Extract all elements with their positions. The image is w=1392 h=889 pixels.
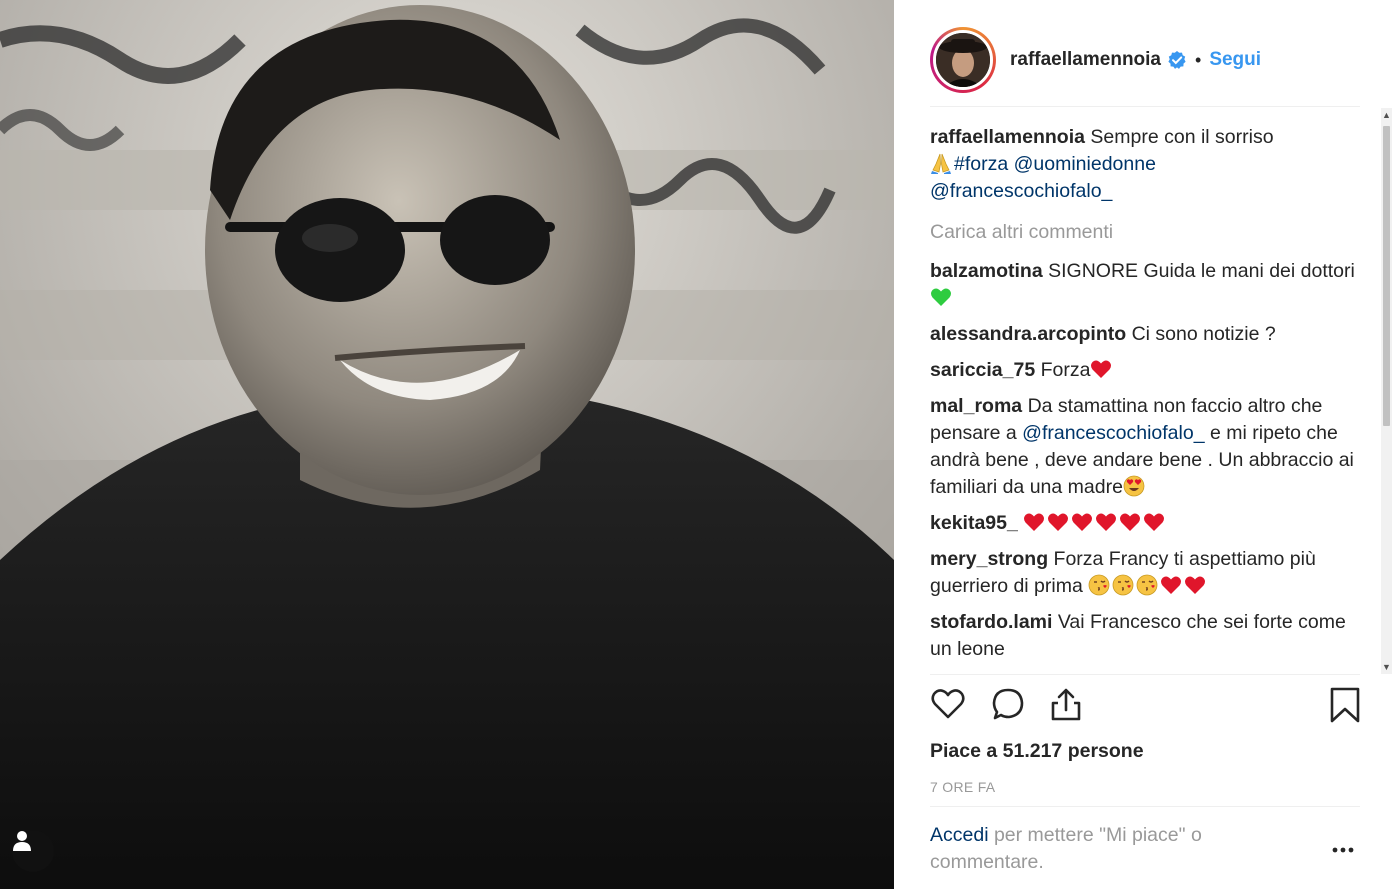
post-photo (0, 0, 894, 889)
hearts-row (1023, 512, 1167, 534)
caption-text: Sempre con il sorriso (1090, 126, 1274, 148)
kiss-emoji-icon (1136, 574, 1158, 596)
pray-emoji-icon (931, 153, 951, 174)
comment-item: mal_roma Da stamattina non faccio altro … (930, 393, 1362, 501)
caption-mention-uominiedonne[interactable]: @uominiedonne (1014, 153, 1156, 175)
comment-item: mery_strong Forza Francy ti aspettiamo p… (930, 546, 1362, 600)
share-icon[interactable] (1048, 686, 1084, 722)
header-separator: • (1195, 49, 1202, 70)
post-side-panel: raffaellamennoia • Segui raffaellamennoi… (894, 0, 1392, 889)
comment-username[interactable]: alessandra.arcopinto (930, 323, 1126, 345)
comment-item: kekita95_ (930, 510, 1362, 537)
like-heart-icon[interactable] (930, 686, 966, 722)
comment-username[interactable]: mery_strong (930, 548, 1048, 570)
scroll-up-arrow-icon[interactable]: ▲ (1382, 110, 1391, 120)
red-heart-emoji-icon (1048, 513, 1069, 531)
header-username[interactable]: raffaellamennoia (1010, 49, 1161, 71)
comment-item: stofardo.lami Vai Francesco che sei fort… (930, 609, 1362, 663)
red-heart-emoji-icon (1072, 513, 1093, 531)
login-link[interactable]: Accedi (930, 824, 989, 846)
scroll-down-arrow-icon[interactable]: ▼ (1382, 662, 1391, 672)
avatar-image (933, 30, 993, 90)
footer-divider (930, 806, 1360, 807)
comment-text: Forza (1040, 359, 1091, 381)
person-icon (13, 831, 31, 851)
likes-count[interactable]: Piace a 51.217 persone (930, 740, 1144, 763)
comment-item: balzamotina SIGNORE Guida le mani dei do… (930, 258, 1362, 312)
red-heart-emoji-icon (1024, 513, 1045, 531)
green-heart-emoji-icon (931, 288, 951, 306)
comment-username[interactable]: mal_roma (930, 395, 1022, 417)
comment-username[interactable]: balzamotina (930, 260, 1043, 282)
comment-text: SIGNORE Guida le mani dei dottori (1048, 260, 1355, 282)
verified-badge-icon (1168, 51, 1186, 69)
load-more-comments-button[interactable]: Carica altri commenti (930, 219, 1362, 246)
caption-mention-francescochiofalo[interactable]: @francescochiofalo_ (930, 180, 1112, 202)
red-heart-emoji-icon (1096, 513, 1117, 531)
red-heart-emoji-icon (1144, 513, 1165, 531)
comment-item: alessandra.arcopinto Ci sono notizie ? (930, 321, 1362, 348)
photo-illustration (0, 0, 894, 889)
post-actions (930, 686, 1362, 732)
more-options-icon[interactable] (1331, 840, 1355, 860)
red-heart-emoji-icon (1161, 576, 1182, 594)
post-timestamp[interactable]: 7 ORE FA (930, 779, 995, 795)
comment-bubble-icon[interactable] (990, 686, 1026, 722)
follow-button[interactable]: Segui (1209, 49, 1261, 71)
comments-scrollbar[interactable]: ▲ ▼ (1381, 108, 1392, 674)
caption: raffaellamennoia Sempre con il sorriso #… (930, 124, 1362, 205)
bookmark-icon[interactable] (1328, 686, 1362, 724)
heart-eyes-emoji-icon (1123, 475, 1145, 497)
post-header: raffaellamennoia • Segui (930, 14, 1360, 107)
comment-username[interactable]: sariccia_75 (930, 359, 1035, 381)
kiss-emoji-icon (1088, 574, 1110, 596)
comment-text: Ci sono notizie ? (1131, 323, 1276, 345)
tagged-user-button[interactable] (12, 830, 54, 872)
profile-avatar[interactable] (930, 27, 996, 93)
avatar-photo (936, 33, 990, 87)
red-heart-emoji-icon (1120, 513, 1141, 531)
login-prompt: Accedi per mettere "Mi piace" o commenta… (930, 822, 1260, 876)
kiss-emoji-icon (1112, 574, 1134, 596)
caption-username[interactable]: raffaellamennoia (930, 126, 1085, 148)
caption-hashtag[interactable]: #forza (954, 153, 1008, 175)
red-heart-emoji-icon (1091, 360, 1112, 378)
comment-username[interactable]: stofardo.lami (930, 611, 1052, 633)
comments-list: raffaellamennoia Sempre con il sorriso #… (930, 124, 1362, 672)
scrollbar-thumb[interactable] (1383, 126, 1390, 426)
red-heart-emoji-icon (1185, 576, 1206, 594)
comment-mention[interactable]: @francescochiofalo_ (1022, 422, 1204, 444)
actions-divider (930, 674, 1360, 675)
comment-username[interactable]: kekita95_ (930, 512, 1018, 534)
comment-item: sariccia_75 Forza (930, 357, 1362, 384)
